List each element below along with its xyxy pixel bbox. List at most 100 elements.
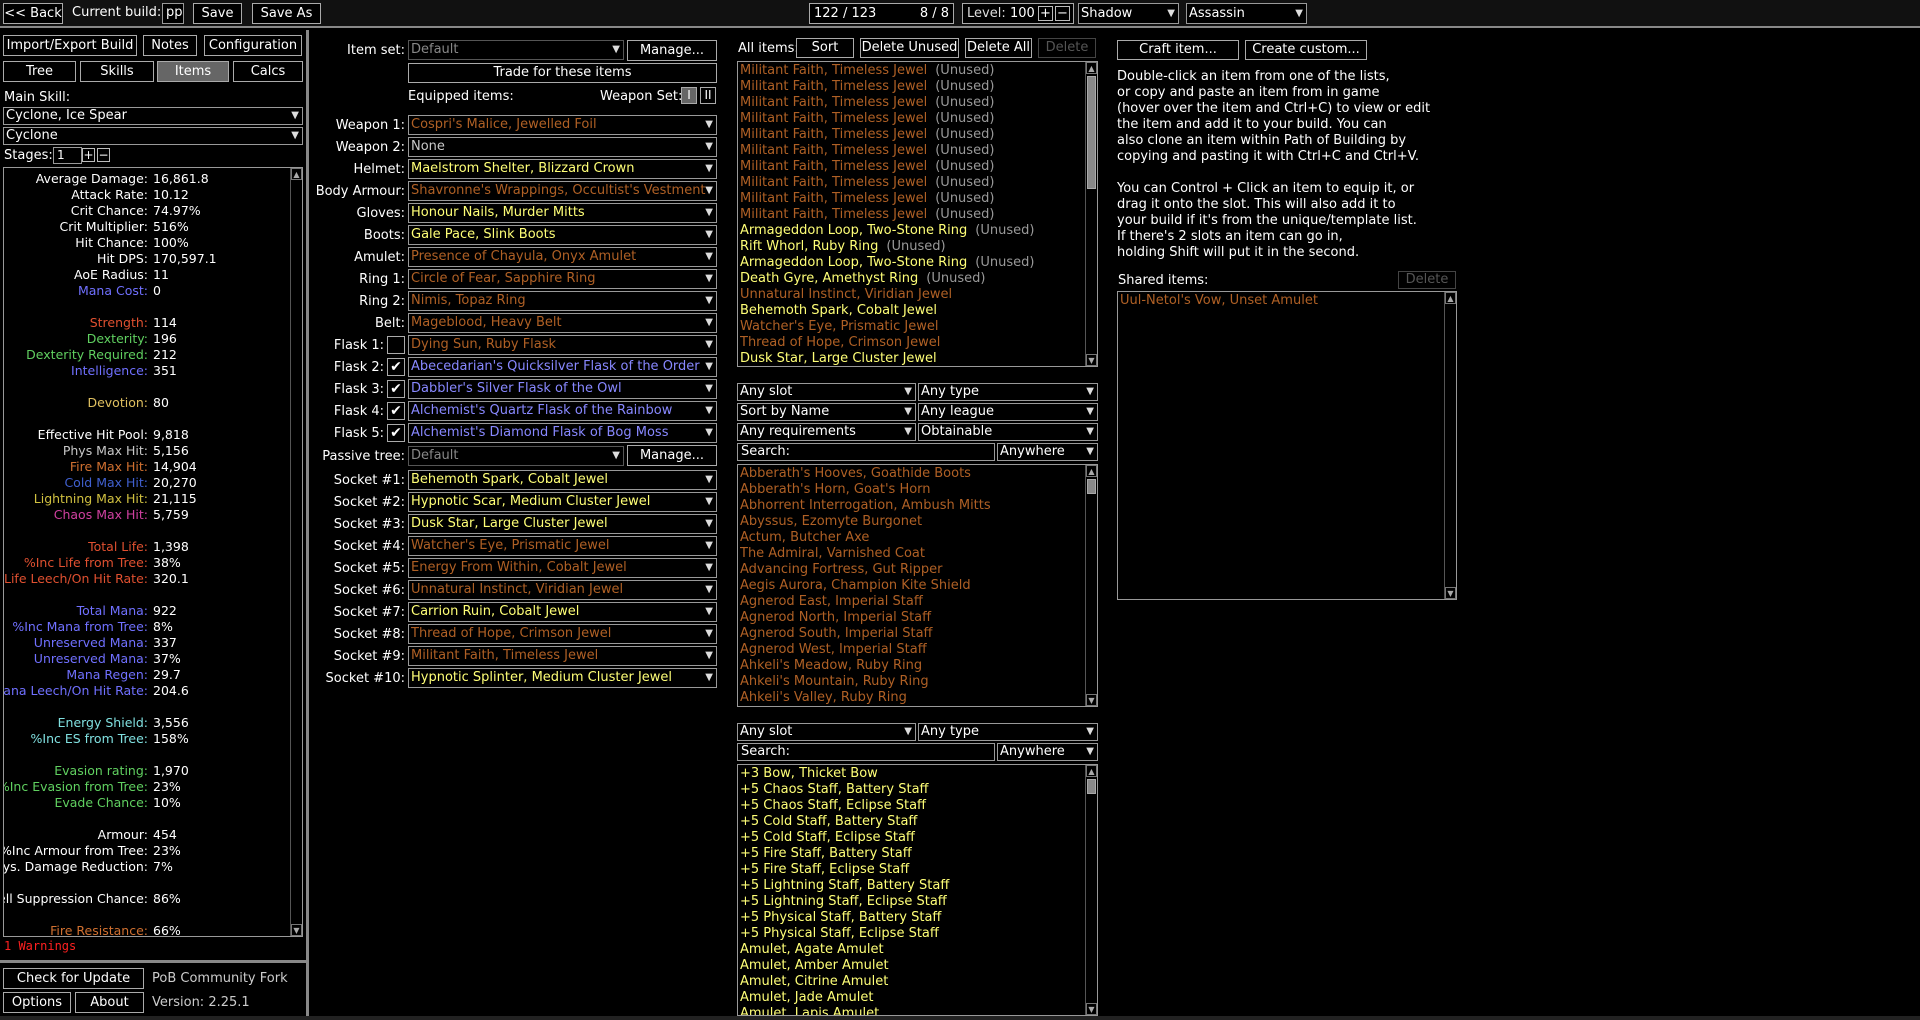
list-item[interactable]: Militant Faith, Timeless Jewel (Unused) — [740, 175, 1080, 191]
all-items-list[interactable]: Militant Faith, Timeless Jewel (Unused) Mi… — [737, 61, 1098, 367]
scroll-down-icon[interactable]: ▼ — [1445, 587, 1456, 599]
slot-item-dropdown[interactable]: Nimis, Topaz Ring — [408, 291, 717, 311]
warnings-link[interactable]: 1 Warnings — [4, 939, 76, 953]
list-item[interactable]: Ahkeli's Mountain, Ruby Ring — [740, 674, 1080, 690]
list-item[interactable]: Abberath's Horn, Goat's Horn — [740, 482, 1080, 498]
list-item[interactable]: Abyssus, Ezomyte Burgonet — [740, 514, 1080, 530]
slot-item-dropdown[interactable]: Shavronne's Wrappings, Occultist's Vestm… — [408, 181, 717, 201]
build-name-input[interactable]: pp — [162, 3, 184, 24]
scroll-down-icon[interactable]: ▼ — [1086, 354, 1097, 366]
list-item[interactable]: Ahkeli's Meadow, Ruby Ring — [740, 658, 1080, 674]
list-item[interactable]: Armageddon Loop, Two-Stone Ring (Unused) — [740, 255, 1080, 271]
list-item[interactable]: +5 Physical Staff, Eclipse Staff — [740, 926, 1080, 942]
tab-skills[interactable]: Skills — [80, 61, 154, 82]
unique-scrollbar[interactable]: ▲ ▼ — [1085, 465, 1097, 706]
check-update-button[interactable]: Check for Update — [3, 968, 144, 989]
scroll-up-icon[interactable]: ▲ — [1086, 765, 1097, 777]
scroll-up-icon[interactable]: ▲ — [1086, 62, 1097, 74]
item-set-manage-button[interactable]: Manage... — [627, 40, 717, 61]
shared-scrollbar[interactable]: ▲ ▼ — [1444, 292, 1456, 599]
back-button[interactable]: << Back — [3, 3, 63, 24]
slot-item-dropdown[interactable]: None — [408, 137, 717, 157]
delete-unused-button[interactable]: Delete Unused — [860, 38, 959, 58]
template-scrollbar[interactable]: ▲ ▼ — [1085, 765, 1097, 1015]
list-item[interactable]: Amulet, Lapis Amulet — [740, 1006, 1080, 1015]
stages-decrease-button[interactable]: − — [97, 148, 110, 162]
weapon-set-2-button[interactable]: II — [700, 87, 716, 104]
save-as-button[interactable]: Save As — [252, 3, 321, 24]
list-item[interactable]: +5 Fire Staff, Battery Staff — [740, 846, 1080, 862]
scroll-up-icon[interactable]: ▲ — [1445, 292, 1456, 304]
class-dropdown[interactable]: Shadow — [1078, 3, 1179, 24]
slot-item-dropdown[interactable]: Honour Nails, Murder Mitts — [408, 203, 717, 223]
socket-item-dropdown[interactable]: Energy From Within, Cobalt Jewel — [408, 558, 717, 578]
list-item[interactable]: Militant Faith, Timeless Jewel (Unused) — [740, 143, 1080, 159]
flask-active-checkbox[interactable]: ✔ — [387, 424, 405, 442]
unique-requirements-filter[interactable]: Any requirements — [737, 423, 916, 441]
list-item[interactable]: Amulet, Amber Amulet — [740, 958, 1080, 974]
item-set-dropdown[interactable]: Default — [408, 40, 624, 60]
list-item[interactable]: Agnerod North, Imperial Staff — [740, 610, 1080, 626]
flask-item-dropdown[interactable]: Abecedarian's Quicksilver Flask of the O… — [408, 357, 717, 377]
list-item[interactable]: The Admiral, Varnished Coat — [740, 546, 1080, 562]
unique-type-filter[interactable]: Any type — [918, 383, 1098, 401]
sort-button[interactable]: Sort — [796, 38, 854, 58]
list-item[interactable]: +5 Cold Staff, Battery Staff — [740, 814, 1080, 830]
template-search-scope[interactable]: Anywhere — [997, 743, 1098, 761]
delete-button[interactable]: Delete — [1038, 38, 1096, 58]
list-item[interactable]: +5 Physical Staff, Battery Staff — [740, 910, 1080, 926]
socket-item-dropdown[interactable]: Behemoth Spark, Cobalt Jewel — [408, 470, 717, 490]
about-button[interactable]: About — [75, 992, 144, 1013]
scroll-down-icon[interactable]: ▼ — [291, 924, 302, 936]
list-item[interactable]: Agnerod South, Imperial Staff — [740, 626, 1080, 642]
flask-active-checkbox[interactable]: ✔ — [387, 380, 405, 398]
list-item[interactable]: +5 Chaos Staff, Battery Staff — [740, 782, 1080, 798]
list-item[interactable]: Actum, Butcher Axe — [740, 530, 1080, 546]
template-search-input[interactable]: Search: — [737, 743, 995, 761]
create-custom-button[interactable]: Create custom... — [1245, 40, 1367, 60]
list-item[interactable]: Unnatural Instinct, Viridian Jewel — [740, 287, 1080, 303]
slot-item-dropdown[interactable]: Mageblood, Heavy Belt — [408, 313, 717, 333]
unique-items-list[interactable]: Abberath's Hooves, Goathide Boots Abberat… — [737, 464, 1098, 707]
level-decrease-button[interactable]: − — [1055, 6, 1070, 21]
list-item[interactable]: Militant Faith, Timeless Jewel (Unused) — [740, 159, 1080, 175]
list-item[interactable]: Advancing Fortress, Gut Ripper — [740, 562, 1080, 578]
list-item[interactable]: Militant Faith, Timeless Jewel (Unused) — [740, 127, 1080, 143]
flask-item-dropdown[interactable]: Alchemist's Diamond Flask of Bog Moss — [408, 423, 717, 443]
flask-item-dropdown[interactable]: Dabbler's Silver Flask of the Owl — [408, 379, 717, 399]
list-item[interactable]: Behemoth Spark, Cobalt Jewel — [740, 303, 1080, 319]
list-item[interactable]: Militant Faith, Timeless Jewel (Unused) — [740, 79, 1080, 95]
list-item[interactable]: Aegis Aurora, Champion Kite Shield — [740, 578, 1080, 594]
passive-tree-dropdown[interactable]: Default — [408, 446, 624, 466]
socket-item-dropdown[interactable]: Militant Faith, Timeless Jewel — [408, 646, 717, 666]
socket-item-dropdown[interactable]: Watcher's Eye, Prismatic Jewel — [408, 536, 717, 556]
list-item[interactable]: Militant Faith, Timeless Jewel (Unused) — [740, 95, 1080, 111]
flask-active-checkbox[interactable]: ✔ — [387, 358, 405, 376]
list-item[interactable]: Amulet, Agate Amulet — [740, 942, 1080, 958]
tab-calcs[interactable]: Calcs — [233, 61, 303, 82]
list-item[interactable]: Amulet, Citrine Amulet — [740, 974, 1080, 990]
craft-item-button[interactable]: Craft item... — [1117, 40, 1239, 60]
list-item[interactable]: Agnerod West, Imperial Staff — [740, 642, 1080, 658]
list-item[interactable]: Dusk Star, Large Cluster Jewel — [740, 351, 1080, 366]
ascendancy-dropdown[interactable]: Assassin — [1186, 3, 1307, 24]
socket-item-dropdown[interactable]: Carrion Ruin, Cobalt Jewel — [408, 602, 717, 622]
template-items-list[interactable]: +3 Bow, Thicket Bow +5 Chaos Staff, Batte… — [737, 764, 1098, 1016]
socket-item-dropdown[interactable]: Thread of Hope, Crimson Jewel — [408, 624, 717, 644]
trade-button[interactable]: Trade for these items — [408, 63, 717, 83]
slot-item-dropdown[interactable]: Circle of Fear, Sapphire Ring — [408, 269, 717, 289]
unique-league-filter[interactable]: Any league — [918, 403, 1098, 421]
weapon-set-1-button[interactable]: I — [681, 87, 697, 104]
import-export-button[interactable]: Import/Export Build — [3, 35, 137, 56]
list-item[interactable]: Agnerod East, Imperial Staff — [740, 594, 1080, 610]
list-item[interactable]: +5 Fire Staff, Eclipse Staff — [740, 862, 1080, 878]
scroll-thumb[interactable] — [1087, 479, 1096, 494]
list-item[interactable]: Rift Whorl, Ruby Ring (Unused) — [740, 239, 1080, 255]
options-button[interactable]: Options — [3, 992, 71, 1013]
slot-item-dropdown[interactable]: Presence of Chayula, Onyx Amulet — [408, 247, 717, 267]
all-items-scrollbar[interactable]: ▲ ▼ — [1085, 62, 1097, 366]
list-item[interactable]: Uul-Netol's Vow, Unset Amulet — [1120, 293, 1440, 309]
template-slot-filter[interactable]: Any slot — [737, 723, 916, 741]
unique-search-scope[interactable]: Anywhere — [997, 443, 1098, 461]
list-item[interactable]: +5 Lightning Staff, Battery Staff — [740, 878, 1080, 894]
